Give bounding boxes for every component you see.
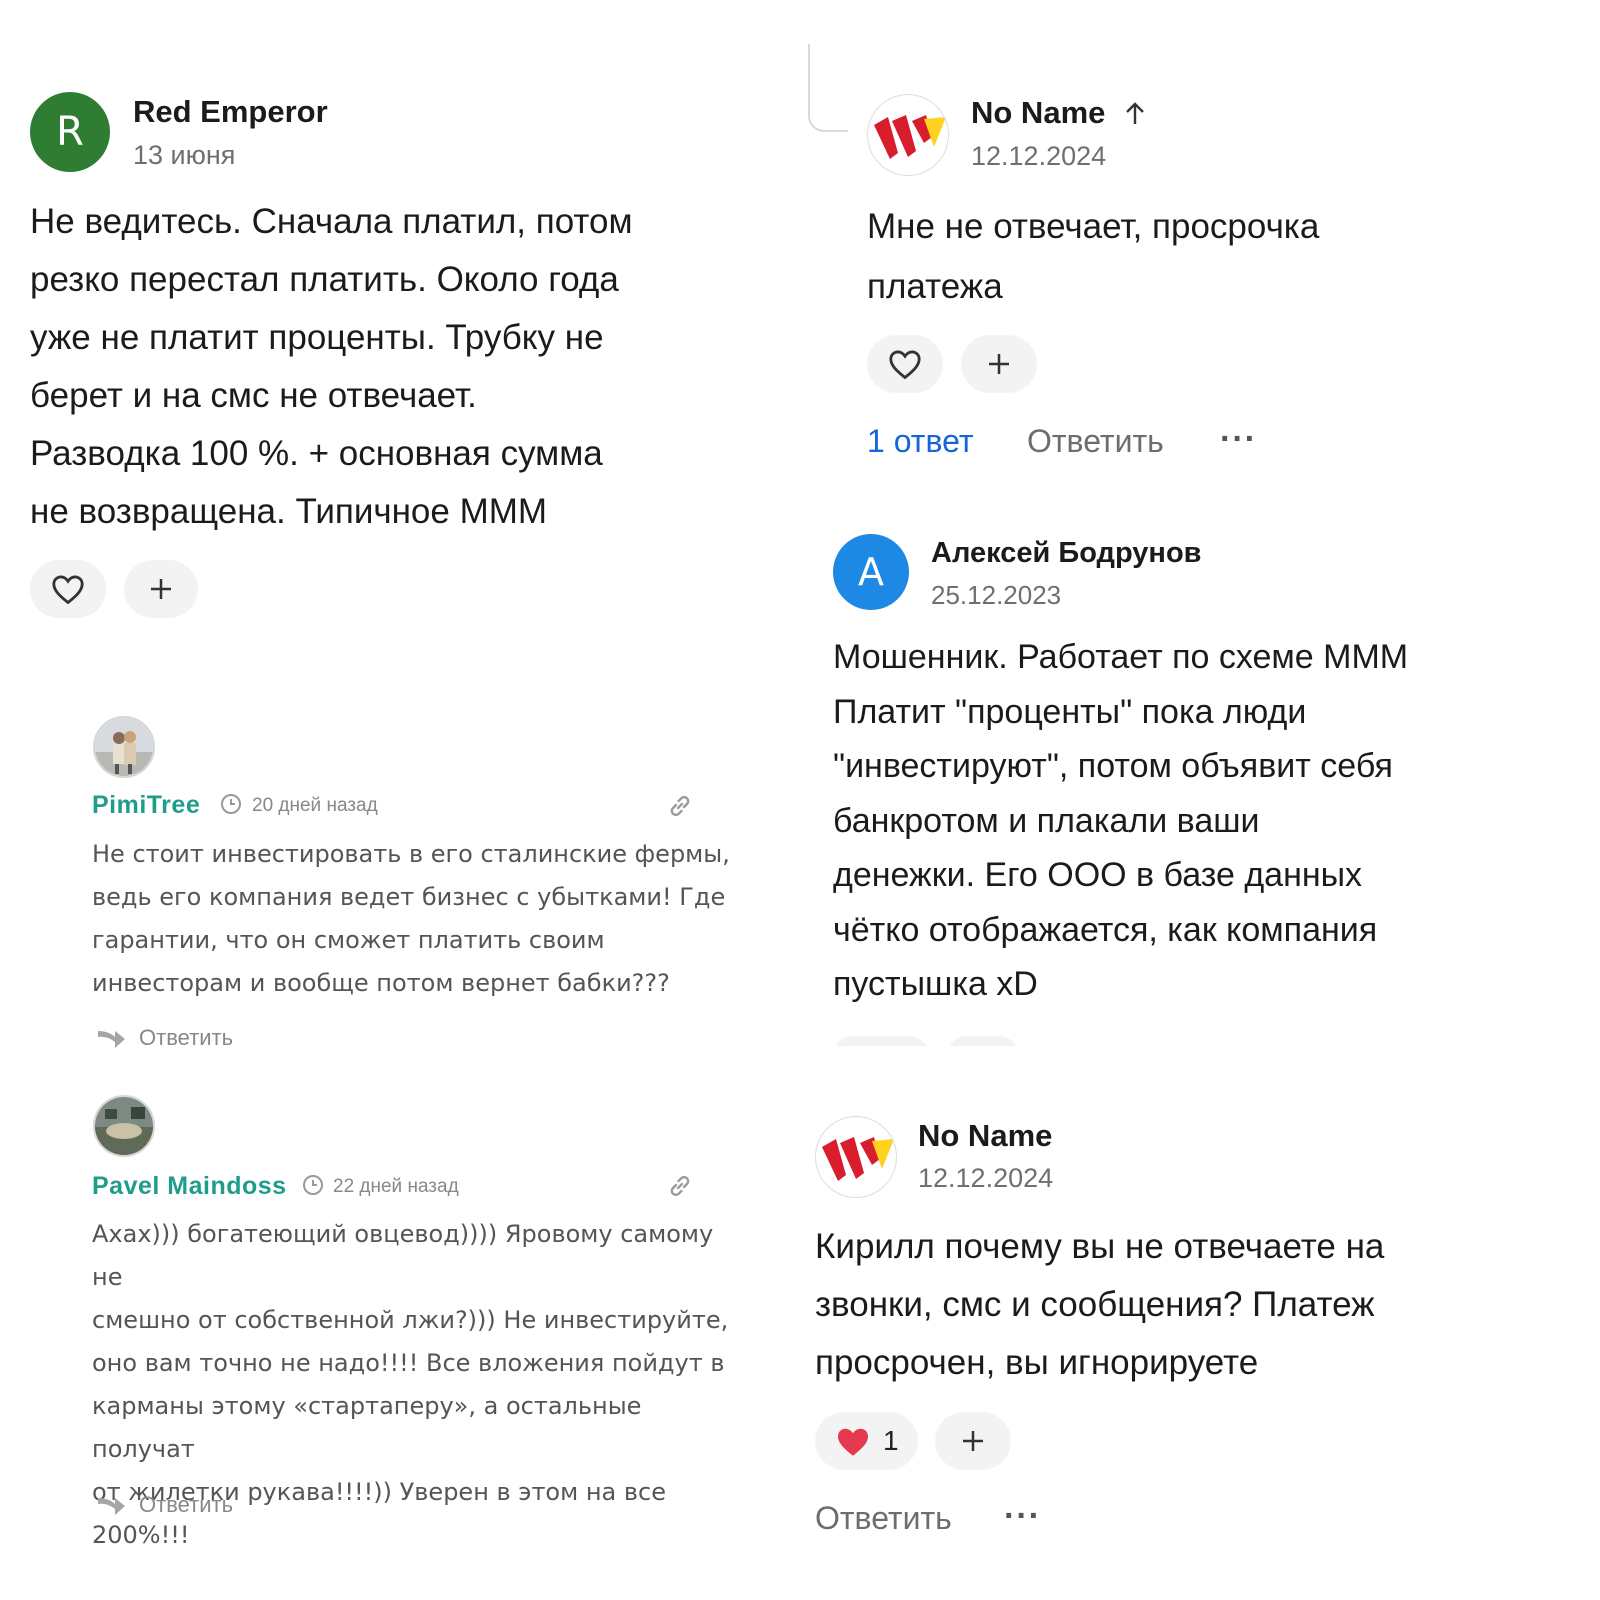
clock-icon xyxy=(303,1175,323,1195)
plus-icon xyxy=(151,579,171,599)
comment-date: 12.12.2024 xyxy=(918,1163,1054,1193)
author-name[interactable]: Pavel Maindoss xyxy=(92,1172,287,1201)
more-options-button[interactable]: ··· xyxy=(1004,1497,1041,1536)
avatar[interactable] xyxy=(867,94,949,176)
like-count: 1 xyxy=(883,1425,899,1456)
add-reaction-button[interactable] xyxy=(961,335,1037,393)
comment-date: 13 июня xyxy=(133,140,236,170)
arrow-up-icon xyxy=(1126,102,1144,124)
like-button[interactable] xyxy=(30,560,106,618)
comment-text: Не ведитесь. Сначала платил, потом резко… xyxy=(30,202,633,531)
logo-w-icon xyxy=(822,1137,894,1181)
avatar[interactable]: R xyxy=(30,92,110,172)
plus-icon xyxy=(963,1431,983,1451)
cropped-reactions xyxy=(833,1032,1033,1046)
link-icon[interactable] xyxy=(667,793,693,819)
comment-text: Не стоит инвестировать в его сталинские … xyxy=(92,840,730,997)
author-name[interactable]: PimiTree xyxy=(92,791,200,820)
like-button[interactable]: 1 xyxy=(815,1412,918,1470)
reply-arrow-icon[interactable] xyxy=(95,1490,127,1518)
more-options-button[interactable]: ··· xyxy=(1220,420,1257,459)
comment-time: 20 дней назад xyxy=(252,795,378,816)
heart-filled-icon xyxy=(838,1428,868,1456)
comment-time: 22 дней назад xyxy=(333,1176,459,1197)
comment-text: Мошенник. Работает по схеме МММ Платит "… xyxy=(833,638,1409,1003)
reply-button[interactable]: Ответить xyxy=(139,1492,233,1518)
author-name[interactable]: No Name xyxy=(918,1118,1052,1154)
comment-text: Мне не отвечает, просрочка платежа xyxy=(867,207,1320,306)
avatar[interactable] xyxy=(93,1095,155,1157)
plus-icon xyxy=(989,354,1009,374)
comment-date: 12.12.2024 xyxy=(971,141,1107,171)
thread-connector xyxy=(808,44,848,132)
replies-link[interactable]: 1 ответ xyxy=(867,423,973,460)
like-button[interactable] xyxy=(867,335,943,393)
comment-date: 25.12.2023 xyxy=(931,580,1062,610)
avatar[interactable]: А xyxy=(833,534,909,610)
author-name[interactable]: Red Emperor xyxy=(133,94,328,130)
reply-button[interactable]: Ответить xyxy=(815,1500,952,1537)
author-name[interactable]: Алексей Бодрунов xyxy=(931,537,1202,570)
add-reaction-button[interactable] xyxy=(935,1412,1011,1470)
author-name[interactable]: No Name xyxy=(971,95,1105,131)
clock-icon xyxy=(221,794,241,814)
heart-icon xyxy=(889,350,921,380)
link-icon[interactable] xyxy=(667,1173,693,1199)
comment-text: Кирилл почему вы не отвечаете на звонки,… xyxy=(815,1227,1385,1382)
heart-icon xyxy=(52,575,84,605)
avatar[interactable] xyxy=(93,716,155,778)
logo-w-icon xyxy=(874,115,946,159)
reply-button[interactable]: Ответить xyxy=(1027,423,1164,460)
reply-arrow-icon[interactable] xyxy=(95,1023,127,1051)
avatar[interactable] xyxy=(815,1116,897,1198)
reply-button[interactable]: Ответить xyxy=(139,1025,233,1051)
add-reaction-button[interactable] xyxy=(124,560,198,618)
